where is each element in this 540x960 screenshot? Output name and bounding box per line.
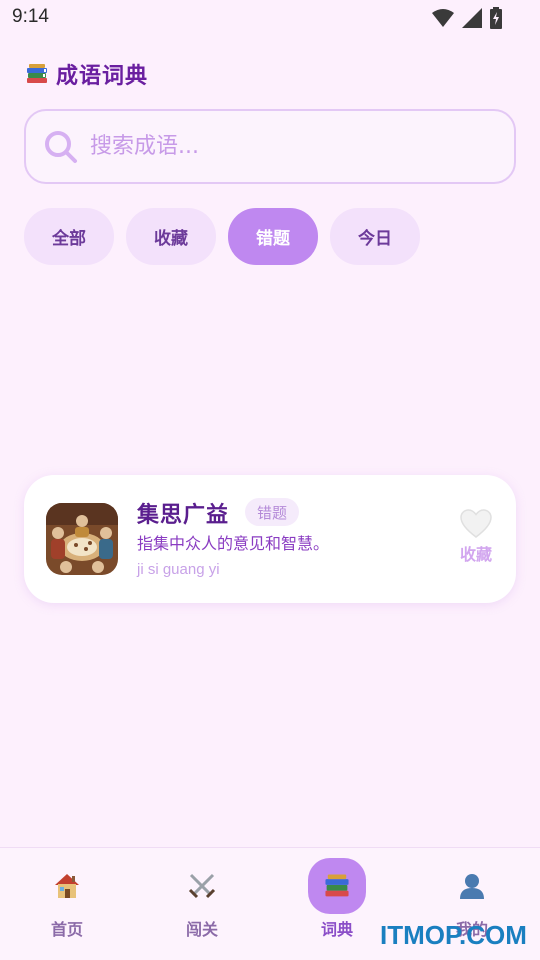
mistake-badge: 错题 xyxy=(245,498,300,526)
tab-mistakes[interactable]: 错题 xyxy=(228,208,318,265)
heart-outline-icon xyxy=(460,509,492,538)
idiom-description: 指集中众人的意见和智慧。 xyxy=(137,534,330,553)
status-time: 9:14 xyxy=(12,6,49,27)
user-icon xyxy=(460,874,484,899)
nav-icon-container xyxy=(38,858,96,914)
nav-icon-container xyxy=(443,858,501,914)
idiom-pinyin: ji si guang yi xyxy=(137,561,220,578)
tab-favorites[interactable]: 收藏 xyxy=(126,208,216,265)
battery-icon xyxy=(490,7,502,29)
favorite-button[interactable]: 收藏 xyxy=(454,509,498,565)
status-icons xyxy=(432,7,502,29)
nav-icon-container xyxy=(308,858,366,914)
status-bar: 9:14 xyxy=(0,0,540,38)
nav-label-dictionary: 词典 xyxy=(320,920,353,939)
idiom-card[interactable]: 集思广益 错题 指集中众人的意见和智慧。 ji si guang yi 收藏 xyxy=(24,475,516,603)
tab-today[interactable]: 今日 xyxy=(330,208,420,265)
books-icon xyxy=(325,874,349,897)
idiom-title: 集思广益 xyxy=(137,503,230,528)
nav-label-challenge: 闯关 xyxy=(185,920,218,939)
favorite-label: 收藏 xyxy=(459,545,492,564)
filter-tabs: 全部 收藏 错题 今日 xyxy=(24,208,420,265)
signal-icon xyxy=(462,8,482,28)
nav-home[interactable]: 首页 xyxy=(22,848,112,960)
wifi-icon xyxy=(432,9,454,27)
nav-icon-container xyxy=(173,858,231,914)
books-icon xyxy=(27,64,47,83)
app-header: 成语词典 xyxy=(24,58,148,90)
idiom-thumbnail xyxy=(46,503,118,575)
crossed-swords-icon xyxy=(188,873,216,899)
house-icon xyxy=(55,874,79,898)
watermark: ITMOP.COM xyxy=(380,920,527,950)
nav-challenge[interactable]: 闯关 xyxy=(157,848,247,960)
search-box[interactable] xyxy=(24,109,516,184)
nav-dictionary[interactable]: 词典 xyxy=(292,848,382,960)
search-input[interactable] xyxy=(90,134,470,159)
nav-label-home: 首页 xyxy=(50,920,83,939)
search-icon xyxy=(45,130,77,163)
page-title: 成语词典 xyxy=(56,64,149,89)
tab-all[interactable]: 全部 xyxy=(24,208,114,265)
